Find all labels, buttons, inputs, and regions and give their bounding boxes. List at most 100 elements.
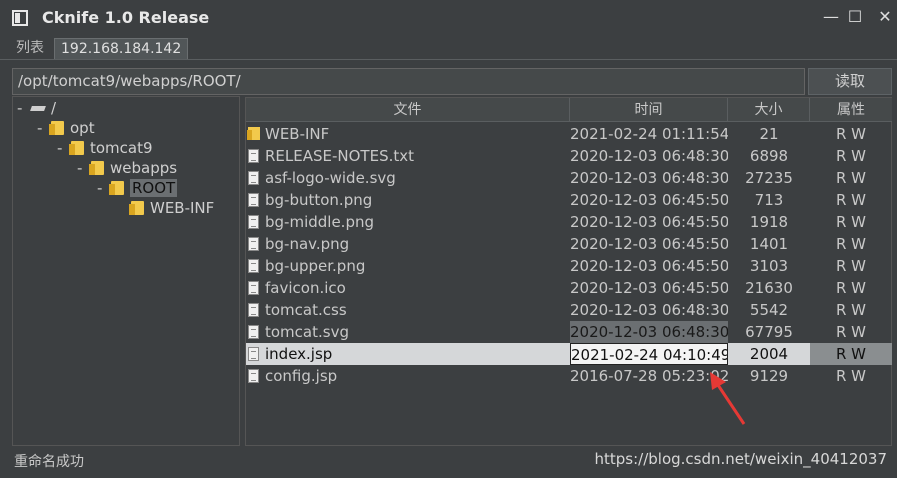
- minimize-button[interactable]: —: [822, 8, 840, 26]
- file-size-cell: 5542: [749, 301, 789, 319]
- maximize-button[interactable]: ☐: [846, 8, 864, 26]
- file-icon: [248, 149, 259, 163]
- file-icon: [248, 369, 259, 383]
- table-row[interactable]: asf-logo-wide.svg 2020-12-03 06:48:30 2723…: [246, 167, 892, 189]
- file-attr-cell: R W: [835, 367, 867, 385]
- file-time-cell: 2020-12-03 06:45:50: [570, 191, 728, 209]
- file-attr-cell: R W: [835, 257, 867, 275]
- tab-host[interactable]: 192.168.184.142: [54, 38, 189, 60]
- file-name-cell[interactable]: tomcat.svg: [246, 321, 570, 343]
- file-icon: [248, 347, 259, 361]
- file-name: asf-logo-wide.svg: [265, 169, 396, 187]
- table-row[interactable]: tomcat.svg 2020-12-03 06:48:30 67795 R W: [246, 321, 892, 343]
- file-attr-cell: R W: [835, 301, 867, 319]
- file-size-cell: 67795: [745, 323, 793, 341]
- file-name-cell[interactable]: index.jsp: [246, 343, 570, 365]
- file-size-cell: 1918: [749, 213, 789, 231]
- file-attr-cell: R W: [835, 125, 867, 143]
- file-name: bg-middle.png: [265, 213, 374, 231]
- file-name: bg-nav.png: [265, 235, 350, 253]
- tree-node-web-inf[interactable]: WEB-INF: [117, 198, 214, 218]
- table-row[interactable]: RELEASE-NOTES.txt 2020-12-03 06:48:30 6898…: [246, 145, 892, 167]
- file-size-cell: 21630: [745, 279, 793, 297]
- file-name: config.jsp: [265, 367, 338, 385]
- column-header-file[interactable]: 文件: [246, 98, 570, 122]
- table-row[interactable]: config.jsp 2016-07-28 05:23:02 9129 R W: [246, 365, 892, 387]
- file-table: 文件 时间 大小 属性 WEB-INF 2021-02-24 01:11:54 21…: [245, 97, 892, 446]
- file-attr-cell: R W: [835, 279, 867, 297]
- file-attr-cell: R W: [835, 213, 867, 231]
- directory-tree: - / - opt - tomcat9 - webapps - ROOT WEB-INF: [12, 96, 240, 446]
- file-time-cell: 2021-02-24 01:11:54: [570, 125, 728, 143]
- column-header-size[interactable]: 大小: [728, 98, 810, 122]
- file-icon: [248, 171, 259, 185]
- file-attr-cell: R W: [810, 343, 892, 365]
- file-icon: [248, 325, 259, 339]
- path-input[interactable]: /opt/tomcat9/webapps/ROOT/: [12, 68, 805, 95]
- file-name: tomcat.svg: [265, 323, 349, 341]
- file-name-cell[interactable]: favicon.ico: [246, 277, 570, 299]
- table-row[interactable]: bg-button.png 2020-12-03 06:45:50 713 R W: [246, 189, 892, 211]
- file-attr-cell: R W: [835, 235, 867, 253]
- column-header-attr[interactable]: 属性: [810, 98, 892, 122]
- file-icon: [248, 259, 259, 273]
- tree-node-opt[interactable]: - opt: [37, 118, 95, 138]
- file-time-cell: 2020-12-03 06:48:30: [570, 301, 728, 319]
- file-name-cell[interactable]: bg-upper.png: [246, 255, 570, 277]
- file-time-cell: 2020-12-03 06:45:50: [570, 279, 728, 297]
- tab-divider: [0, 59, 897, 60]
- watermark: https://blog.csdn.net/weixin_40412037: [594, 450, 887, 468]
- tree-node-label: /: [51, 99, 57, 117]
- close-button[interactable]: ✕: [876, 8, 894, 26]
- column-header-time[interactable]: 时间: [570, 98, 728, 122]
- folder-icon: [69, 141, 84, 155]
- tree-node-label: webapps: [110, 159, 178, 177]
- file-size-cell: 6898: [749, 147, 789, 165]
- tab-strip: 列表 192.168.184.142: [0, 36, 897, 60]
- file-name-cell[interactable]: bg-nav.png: [246, 233, 570, 255]
- file-attr-cell: R W: [835, 147, 867, 165]
- table-header: 文件 时间 大小 属性: [246, 98, 892, 122]
- file-name-cell[interactable]: RELEASE-NOTES.txt: [246, 145, 570, 167]
- file-name: WEB-INF: [265, 125, 330, 143]
- file-name-cell[interactable]: config.jsp: [246, 365, 570, 387]
- read-button[interactable]: 读取: [808, 68, 892, 95]
- file-time-cell: 2020-12-03 06:48:30: [570, 169, 728, 187]
- table-row[interactable]: index.jsp 2021-02-24 04:10:49 2004 R W: [246, 343, 892, 365]
- table-row[interactable]: WEB-INF 2021-02-24 01:11:54 21 R W: [246, 123, 892, 145]
- file-name-cell[interactable]: bg-button.png: [246, 189, 570, 211]
- file-icon: [248, 281, 259, 295]
- table-row[interactable]: favicon.ico 2020-12-03 06:45:50 21630 R W: [246, 277, 892, 299]
- collapse-toggle[interactable]: -: [17, 98, 31, 118]
- tree-node-webapps[interactable]: - webapps: [77, 158, 177, 178]
- file-name-cell[interactable]: tomcat.css: [246, 299, 570, 321]
- file-name-cell[interactable]: bg-middle.png: [246, 211, 570, 233]
- window-title: Cknife 1.0 Release: [42, 8, 210, 27]
- tree-node-root[interactable]: - /: [17, 98, 56, 118]
- tree-node-tomcat9[interactable]: - tomcat9: [57, 138, 153, 158]
- tree-node-root-folder[interactable]: - ROOT: [97, 178, 178, 198]
- file-name-cell[interactable]: asf-logo-wide.svg: [246, 167, 570, 189]
- file-icon: [248, 303, 259, 317]
- file-icon: [248, 215, 259, 229]
- file-name: index.jsp: [265, 345, 333, 363]
- app-icon: [12, 10, 28, 26]
- file-size-cell: 713: [754, 191, 784, 209]
- table-row[interactable]: tomcat.css 2020-12-03 06:48:30 5542 R W: [246, 299, 892, 321]
- tree-node-label: tomcat9: [90, 139, 153, 157]
- status-message: 重命名成功: [14, 454, 84, 470]
- file-icon: [248, 237, 259, 251]
- file-name: RELEASE-NOTES.txt: [265, 147, 415, 165]
- folder-icon: [89, 161, 104, 175]
- file-time-cell: 2020-12-03 06:48:30: [570, 147, 728, 165]
- tab-list[interactable]: 列表: [10, 38, 50, 60]
- file-time-cell: 2020-12-03 06:45:50: [570, 257, 728, 275]
- file-name: tomcat.css: [265, 301, 347, 319]
- folder-icon: [109, 181, 124, 195]
- file-name-cell[interactable]: WEB-INF: [246, 123, 570, 145]
- tree-node-label: ROOT: [130, 179, 178, 197]
- table-row[interactable]: bg-upper.png 2020-12-03 06:45:50 3103 R W: [246, 255, 892, 277]
- file-attr-cell: R W: [835, 323, 867, 341]
- table-row[interactable]: bg-nav.png 2020-12-03 06:45:50 1401 R W: [246, 233, 892, 255]
- table-row[interactable]: bg-middle.png 2020-12-03 06:45:50 1918 R W: [246, 211, 892, 233]
